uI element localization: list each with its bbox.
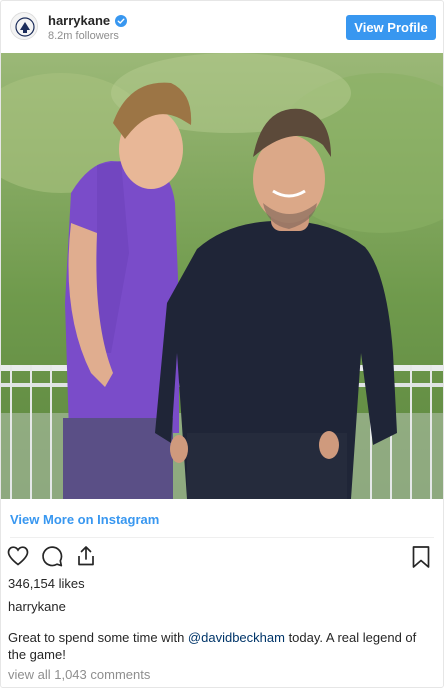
mention-link[interactable]: @davidbeckham (188, 630, 285, 645)
divider (10, 537, 434, 538)
username-row: harrykane (48, 13, 128, 28)
view-more-on-instagram-link[interactable]: View More on Instagram (10, 512, 159, 527)
avatar[interactable] (10, 12, 38, 40)
verified-badge-icon (115, 14, 128, 27)
heart-icon[interactable] (6, 544, 30, 568)
post-image[interactable] (1, 53, 443, 499)
caption-text-start: Great to spend some time with (8, 630, 188, 645)
view-all-comments-link[interactable]: view all 1,043 comments (8, 667, 150, 682)
caption-text: Great to spend some time with @davidbeck… (8, 629, 433, 663)
comment-icon[interactable] (40, 544, 64, 568)
share-icon[interactable] (74, 544, 98, 568)
caption-username[interactable]: harrykane (8, 599, 66, 614)
instagram-embed-card: harrykane 8.2m followers View Profile Vi… (0, 0, 444, 688)
like-count[interactable]: 346,154 likes (8, 576, 85, 591)
action-bar (6, 544, 98, 568)
user-block: harrykane 8.2m followers (48, 13, 128, 42)
bookmark-icon[interactable] (411, 545, 431, 569)
view-profile-button[interactable]: View Profile (346, 15, 436, 40)
username-link[interactable]: harrykane (48, 13, 110, 28)
follower-count: 8.2m followers (48, 30, 119, 42)
post-header: harrykane 8.2m followers View Profile (1, 1, 443, 53)
